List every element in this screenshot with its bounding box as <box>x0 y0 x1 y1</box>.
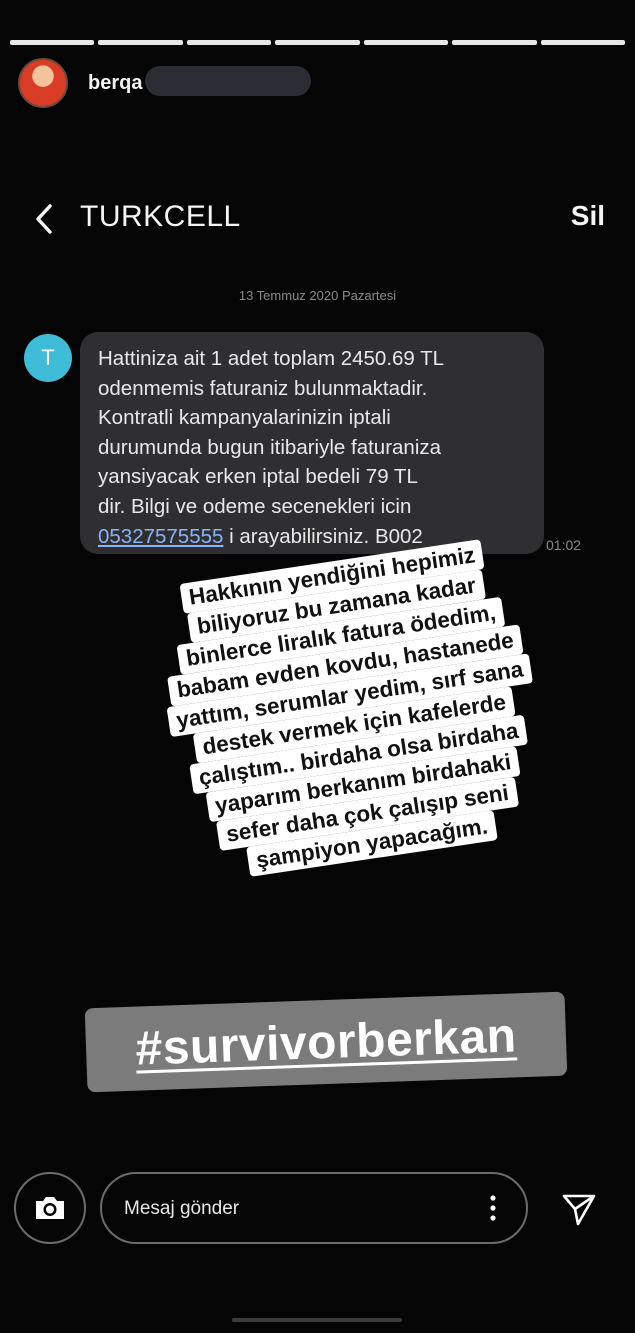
message-input-placeholder: Mesaj gönder <box>124 1198 240 1219</box>
message-bubble: Hattiniza ait 1 adet toplam 2450.69 TL od… <box>80 332 544 554</box>
message-line: Hattiniza ait 1 adet toplam 2450.69 TL <box>98 347 445 370</box>
sms-header: TURKCELL Sil <box>30 198 605 242</box>
progress-segment <box>540 40 625 45</box>
sender-avatar: T <box>24 334 72 382</box>
message-line: yansiyacak erken iptal bedeli 79 TL <box>98 465 418 489</box>
sender-initial: T <box>41 345 55 370</box>
progress-segment <box>186 40 272 45</box>
hashtag-sticker[interactable]: #survivorberkan <box>84 991 568 1093</box>
phone-link: 05327575555 <box>98 524 224 548</box>
progress-segment <box>98 40 183 45</box>
message-line: i arayabilirsiniz. B002 <box>223 524 423 548</box>
story-progress <box>10 40 625 45</box>
message-line: durumunda bugun itibariyle faturaniza <box>98 435 442 459</box>
message-line: odenmemis faturaniz bulunmaktadir. <box>98 376 428 400</box>
story-text-sticker: Hakkının yendiğini hepimiz biliyoruz bu z… <box>92 526 611 894</box>
story-header: berqa <box>18 58 142 108</box>
home-indicator <box>232 1318 402 1322</box>
delete-button: Sil <box>570 200 605 231</box>
progress-segment <box>363 40 449 45</box>
message-line: Kontratli kampanyalarinizin iptali <box>98 406 391 430</box>
progress-segment <box>452 40 537 45</box>
message-input[interactable]: Mesaj gönder <box>100 1172 528 1244</box>
camera-icon <box>36 1197 64 1219</box>
more-vertical-icon[interactable] <box>490 1194 496 1222</box>
send-icon[interactable] <box>560 1190 598 1228</box>
progress-segment <box>10 40 95 45</box>
hashtag-text[interactable]: #survivorberkan <box>135 1008 518 1076</box>
username[interactable]: berqa <box>88 72 142 95</box>
conversation-title: TURKCELL <box>80 200 241 233</box>
username-redaction <box>145 66 311 96</box>
avatar[interactable] <box>18 58 68 108</box>
progress-segment <box>275 40 360 45</box>
date-separator: 13 Temmuz 2020 Pazartesi <box>238 288 397 303</box>
chevron-left-icon <box>36 204 52 234</box>
message-line: dir. Bilgi ve odeme secenekleri icin <box>98 494 412 518</box>
camera-button[interactable] <box>14 1172 86 1244</box>
